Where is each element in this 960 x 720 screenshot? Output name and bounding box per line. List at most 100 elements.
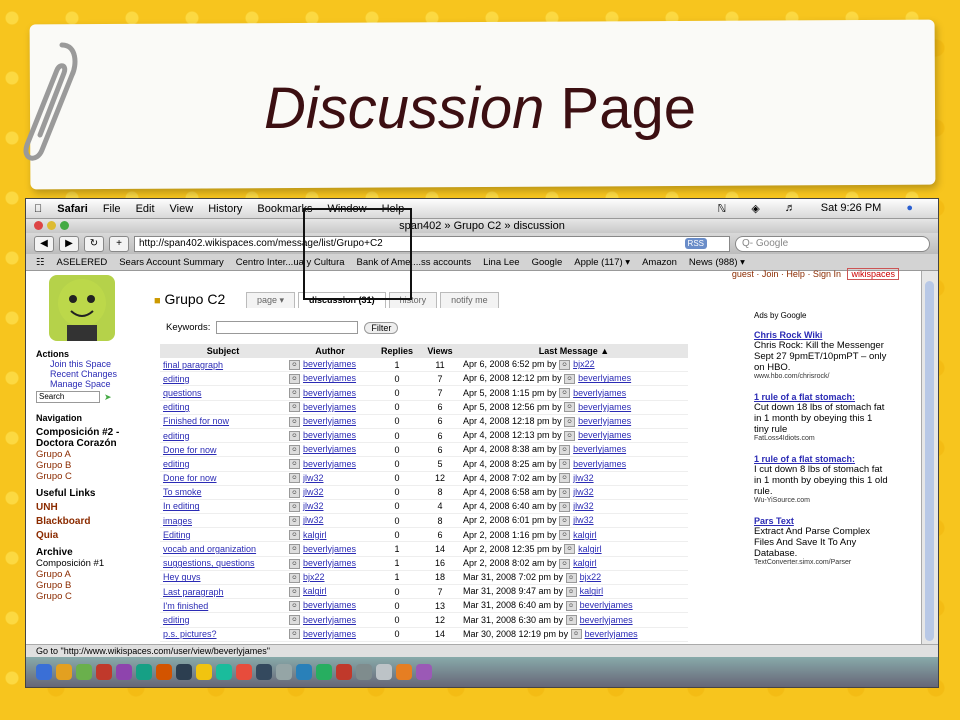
ads-by-google[interactable]: Ads by Google [754, 311, 888, 320]
dock-app-icon[interactable] [196, 664, 212, 680]
bookmark-item[interactable]: Sears Account Summary [119, 257, 224, 268]
link-blackboard[interactable]: Blackboard [36, 516, 136, 527]
ad-title[interactable]: 1 rule of a flat stomach: [754, 454, 888, 464]
menu-file[interactable]: File [103, 203, 121, 215]
subject-link[interactable]: images [160, 513, 286, 529]
archive-grupo-c[interactable]: Grupo C [36, 591, 136, 602]
last-author-link[interactable]: bjx22 [573, 359, 595, 369]
reload-button[interactable]: ↻ [84, 235, 104, 252]
author-link[interactable]: beverlyjames [303, 600, 356, 610]
manage-space-link[interactable]: Manage Space [50, 379, 136, 389]
dock-app-icon[interactable] [316, 664, 332, 680]
last-author-link[interactable]: beverlyjames [578, 430, 631, 440]
subject-link[interactable]: editing [160, 400, 286, 415]
nav-grupo-b[interactable]: Grupo B [36, 460, 136, 471]
author-link[interactable]: jlw32 [303, 473, 324, 483]
last-author-link[interactable]: beverlyjames [580, 615, 633, 625]
recent-changes-link[interactable]: Recent Changes [50, 369, 136, 379]
vertical-scrollbar[interactable] [921, 271, 938, 657]
wifi-icon[interactable]: ◈ [751, 202, 759, 215]
last-author-link[interactable]: beverlyjames [573, 388, 626, 398]
menu-safari[interactable]: Safari [57, 203, 88, 215]
col-replies[interactable]: Replies [374, 344, 420, 358]
archive-grupo-a[interactable]: Grupo A [36, 569, 136, 580]
subject-link[interactable]: Finished for now [160, 414, 286, 429]
dock-app-icon[interactable] [376, 664, 392, 680]
col-subject[interactable]: Subject [160, 344, 286, 358]
apple-menu-icon[interactable]:  [34, 203, 42, 215]
subject-link[interactable]: Hey guys [160, 570, 286, 586]
archive-title[interactable]: Composición #1 [36, 558, 136, 569]
ad-url[interactable]: www.hbo.com/chrisrock/ [754, 373, 888, 380]
bookmark-item[interactable]: ASELERED [57, 257, 108, 268]
subject-link[interactable]: To smoke [160, 485, 286, 500]
last-author-link[interactable]: beverlyjames [580, 600, 633, 610]
nav-title[interactable]: Composición #2 - Doctora Corazón [36, 427, 136, 449]
author-link[interactable]: beverlyjames [303, 444, 356, 454]
subject-link[interactable]: editing [160, 612, 286, 628]
last-author-link[interactable]: jlw32 [573, 487, 594, 497]
subject-link[interactable]: final paragraph [160, 358, 286, 373]
back-button[interactable]: ◀ [34, 235, 54, 252]
address-bar[interactable]: http://span402.wikispaces.com/message/li… [134, 235, 730, 252]
dock-app-icon[interactable] [296, 664, 312, 680]
dock-app-icon[interactable] [216, 664, 232, 680]
nav-grupo-a[interactable]: Grupo A [36, 449, 136, 460]
zoom-icon[interactable] [60, 221, 69, 230]
author-link[interactable]: bjx22 [303, 572, 325, 582]
col-author[interactable]: Author [286, 344, 374, 358]
author-link[interactable]: beverlyjames [303, 430, 356, 440]
subject-link[interactable]: In editing [160, 499, 286, 515]
bookmark-item[interactable]: Lina Lee [483, 257, 519, 268]
dock-app-icon[interactable] [56, 664, 72, 680]
author-link[interactable]: kalgirl [303, 530, 327, 540]
join-space-link[interactable]: Join this Space [50, 359, 136, 369]
author-link[interactable]: beverlyjames [303, 629, 356, 639]
dock-app-icon[interactable] [356, 664, 372, 680]
last-author-link[interactable]: jlw32 [573, 515, 594, 525]
archive-grupo-b[interactable]: Grupo B [36, 580, 136, 591]
author-link[interactable]: beverlyjames [303, 615, 356, 625]
author-link[interactable]: jlw32 [303, 501, 324, 511]
dock-app-icon[interactable] [96, 664, 112, 680]
link-unh[interactable]: UNH [36, 502, 136, 513]
user-links-text[interactable]: guest · Join · Help · Sign In [732, 269, 841, 279]
subject-link[interactable]: editing [160, 371, 286, 387]
author-link[interactable]: beverlyjames [303, 402, 356, 412]
tab-notify[interactable]: notify me [440, 292, 499, 308]
dock-app-icon[interactable] [416, 664, 432, 680]
tab-page[interactable]: page ▾ [246, 292, 296, 308]
bluetooth-icon[interactable]: ℕ [718, 202, 727, 215]
filter-button[interactable]: Filter [364, 321, 399, 334]
author-link[interactable]: jlw32 [303, 487, 324, 497]
ad-title[interactable]: Chris Rock Wiki [754, 330, 888, 340]
minimize-icon[interactable] [47, 221, 56, 230]
last-author-link[interactable]: kalgirl [573, 530, 597, 540]
last-author-link[interactable]: kalgirl [578, 544, 602, 554]
rss-badge[interactable]: RSS [684, 237, 707, 249]
col-last-message[interactable]: Last Message ▲ [460, 344, 688, 358]
subject-link[interactable]: Last paragraph [160, 584, 286, 600]
menu-edit[interactable]: Edit [136, 203, 155, 215]
last-author-link[interactable]: kalgirl [580, 586, 604, 596]
subject-link[interactable]: questions [160, 385, 286, 401]
keywords-input[interactable] [216, 321, 359, 334]
nav-grupo-c[interactable]: Grupo C [36, 471, 136, 482]
dock-app-icon[interactable] [336, 664, 352, 680]
dock-app-icon[interactable] [156, 664, 172, 680]
menu-view[interactable]: View [170, 203, 194, 215]
dock-app-icon[interactable] [116, 664, 132, 680]
author-link[interactable]: beverlyjames [303, 544, 356, 554]
author-link[interactable]: beverlyjames [303, 359, 356, 369]
col-views[interactable]: Views [420, 344, 460, 358]
last-author-link[interactable]: beverlyjames [578, 402, 631, 412]
subject-link[interactable]: Done for now [160, 442, 286, 458]
last-author-link[interactable]: beverlyjames [573, 444, 626, 454]
author-link[interactable]: kalgirl [303, 586, 327, 596]
subject-link[interactable]: editing [160, 456, 286, 472]
subject-link[interactable]: Done for now [160, 471, 286, 486]
dock-app-icon[interactable] [36, 664, 52, 680]
dock-app-icon[interactable] [236, 664, 252, 680]
author-link[interactable]: jlw32 [303, 515, 324, 525]
dock-app-icon[interactable] [76, 664, 92, 680]
